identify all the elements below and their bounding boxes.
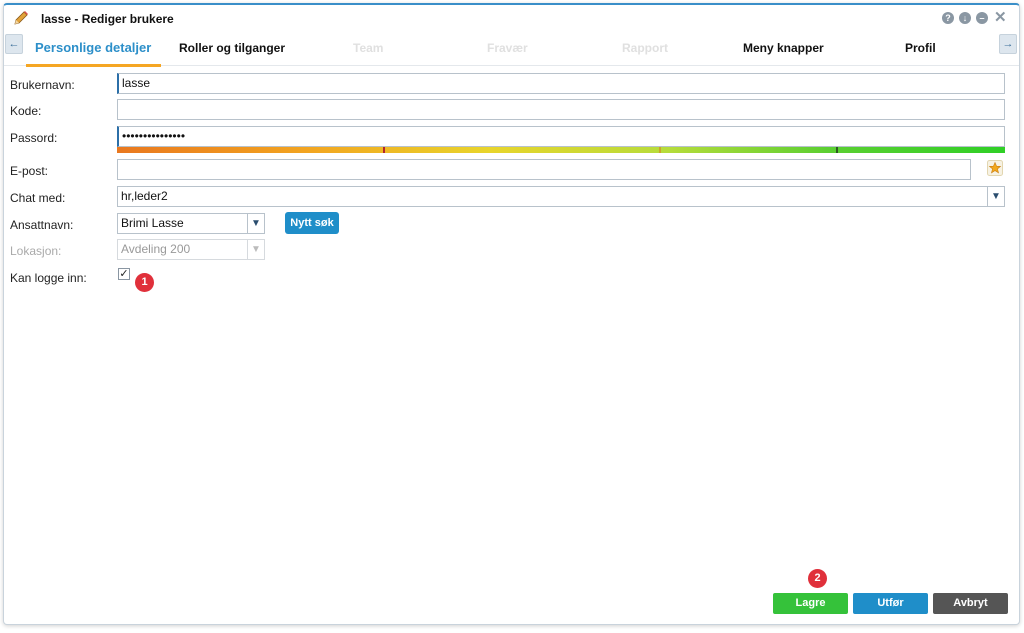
tab-fravaer: Fravær: [487, 41, 528, 55]
tab-rapport: Rapport: [622, 41, 668, 55]
chevron-down-icon: ▼: [247, 240, 264, 259]
tab-scroll-right-icon[interactable]: →: [999, 34, 1017, 54]
chat-label: Chat med:: [10, 191, 66, 205]
chat-select[interactable]: hr,leder2 ▼: [117, 186, 1005, 207]
tab-meny-knapper[interactable]: Meny knapper: [743, 41, 824, 55]
password-strength-meter: [117, 147, 1005, 153]
strength-marker: [659, 147, 661, 153]
location-label: Lokasjon:: [10, 244, 62, 258]
tab-scroll-left-icon[interactable]: ←: [5, 34, 23, 54]
edit-user-window: lasse - Rediger brukere ? ↓ – ✕ ← Person…: [3, 3, 1020, 625]
email-label: E-post:: [10, 164, 49, 178]
employee-select[interactable]: Brimi Lasse ▼: [117, 213, 265, 234]
title-bar: lasse - Rediger brukere ? ↓ – ✕: [4, 5, 1019, 31]
can-login-checkbox[interactable]: ✓: [118, 268, 130, 280]
can-login-label: Kan logge inn:: [10, 271, 87, 285]
password-input[interactable]: •••••••••••••••: [117, 126, 1005, 147]
minimize-icon[interactable]: –: [976, 12, 988, 24]
tab-bar: ← Personlige detaljer Roller og tilgange…: [4, 31, 1019, 67]
employee-value: Brimi Lasse: [121, 216, 184, 230]
tab-personlige-detaljer[interactable]: Personlige detaljer: [35, 40, 151, 55]
chat-value: hr,leder2: [121, 189, 168, 203]
close-icon[interactable]: ✕: [994, 10, 1007, 25]
cancel-button[interactable]: Avbryt: [933, 593, 1008, 614]
down-icon[interactable]: ↓: [959, 12, 971, 24]
tab-profil[interactable]: Profil: [905, 41, 936, 55]
help-icon[interactable]: ?: [942, 12, 954, 24]
code-input[interactable]: [117, 99, 1005, 120]
new-search-button[interactable]: Nytt søk: [285, 212, 339, 234]
save-button[interactable]: Lagre: [773, 593, 848, 614]
chevron-down-icon[interactable]: ▼: [987, 187, 1004, 206]
location-value: Avdeling 200: [121, 242, 191, 256]
window-title: lasse - Rediger brukere: [41, 12, 174, 26]
email-input[interactable]: [117, 159, 971, 180]
active-tab-indicator: [26, 64, 161, 67]
tab-team: Team: [353, 41, 384, 55]
strength-marker: [383, 147, 385, 153]
username-input[interactable]: lasse: [117, 73, 1005, 94]
step-badge-2: 2: [808, 569, 827, 588]
code-label: Kode:: [10, 104, 42, 118]
step-badge-1: 1: [135, 273, 154, 292]
star-icon[interactable]: [987, 160, 1003, 176]
execute-button[interactable]: Utfør: [853, 593, 928, 614]
employee-label: Ansattnavn:: [10, 218, 74, 232]
pencil-icon: [14, 11, 28, 25]
location-select: Avdeling 200 ▼: [117, 239, 265, 260]
strength-marker: [836, 147, 838, 153]
tab-roller-og-tilganger[interactable]: Roller og tilganger: [179, 41, 285, 55]
chevron-down-icon[interactable]: ▼: [247, 214, 264, 233]
username-label: Brukernavn:: [10, 78, 75, 92]
password-label: Passord:: [10, 131, 58, 145]
